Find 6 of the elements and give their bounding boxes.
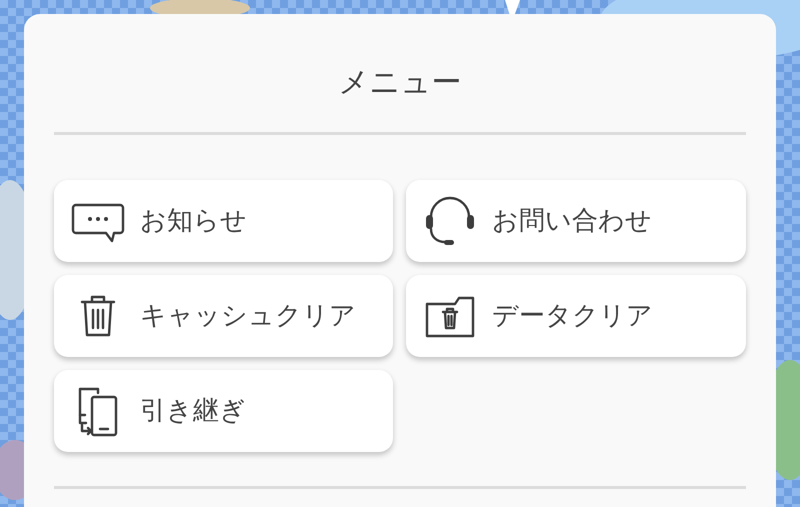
- menu-button[interactable]: キャッシュクリア: [54, 275, 393, 357]
- menu-title: メニュー: [338, 64, 462, 102]
- menu-button[interactable]: データクリア: [406, 275, 746, 357]
- menu-button[interactable]: 引き継ぎ: [54, 370, 393, 452]
- menu-button[interactable]: お知らせ: [54, 180, 393, 262]
- menu-button[interactable]: お問い合わせ: [406, 180, 746, 262]
